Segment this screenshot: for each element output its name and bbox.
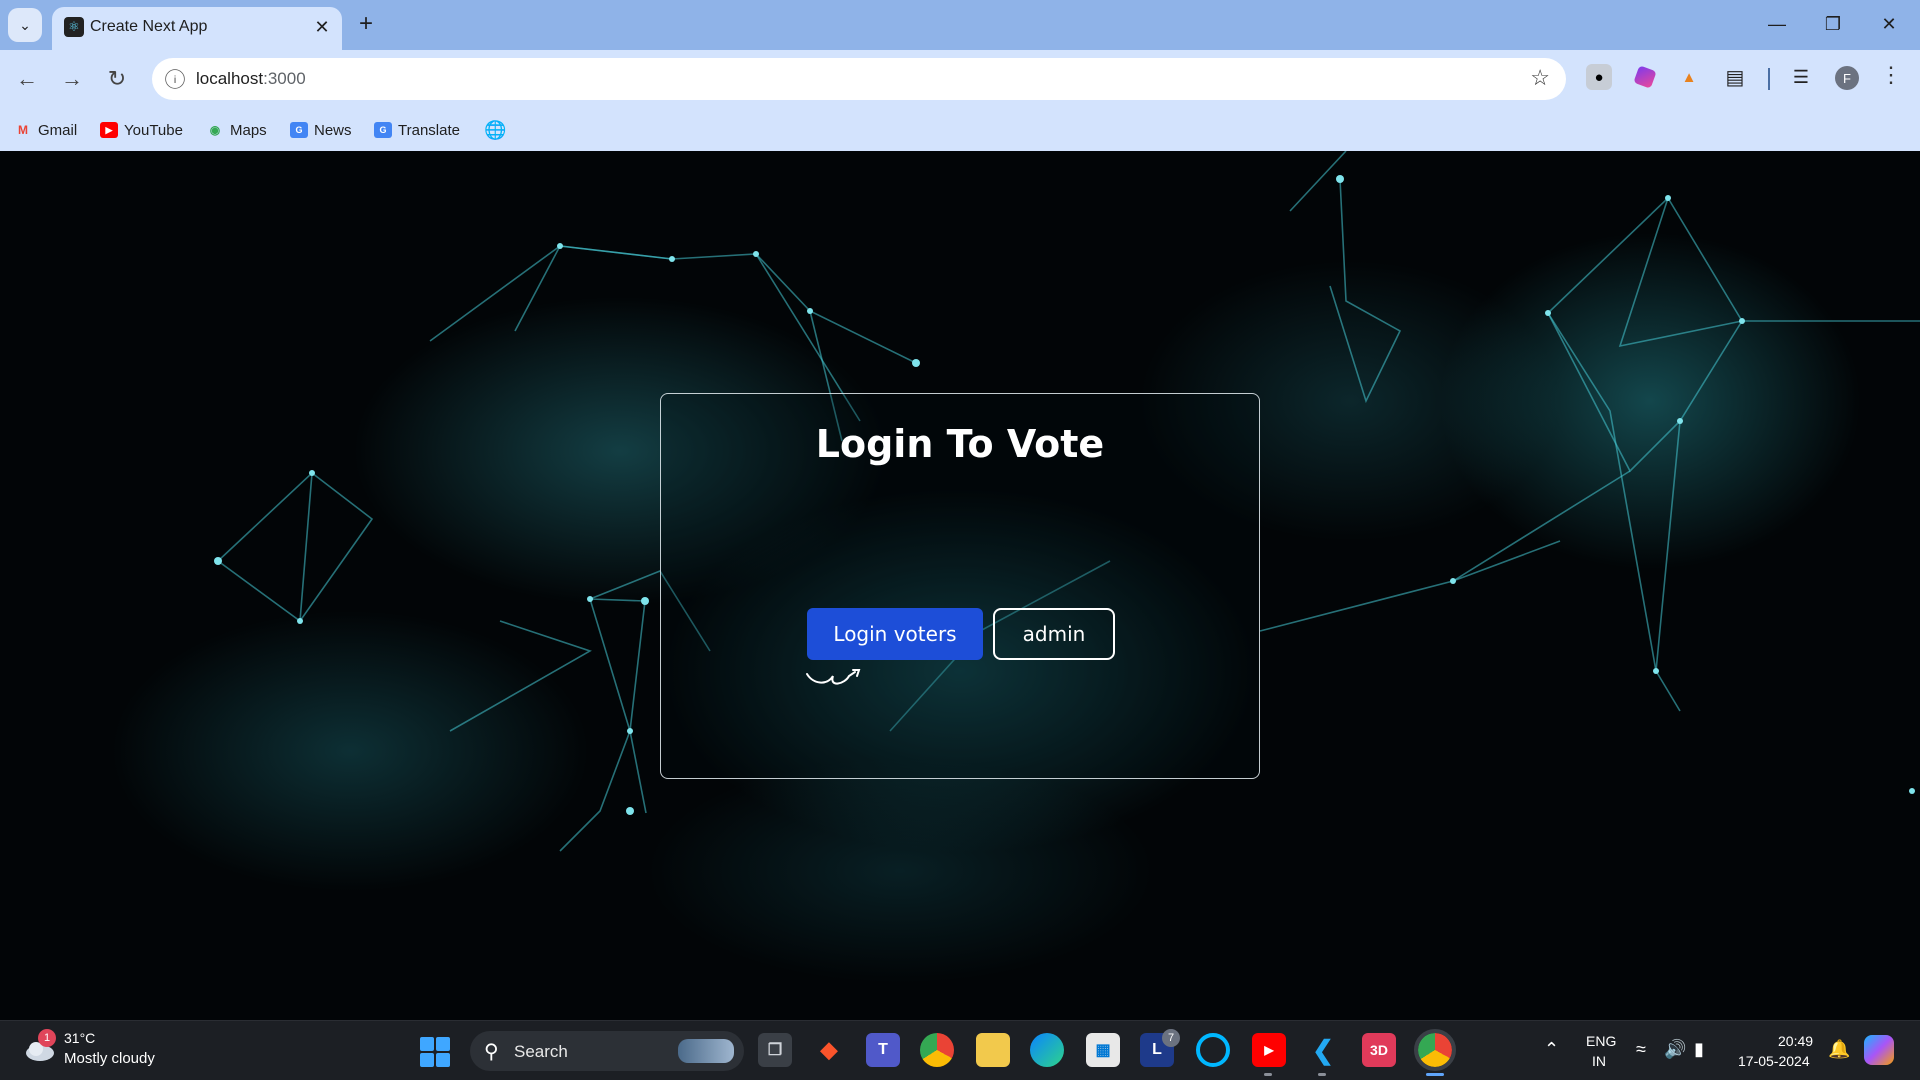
weather-badge: 1	[38, 1029, 56, 1047]
taskbar-search-label: Search	[514, 1042, 568, 1061]
clock-time[interactable]: 20:49	[1778, 1033, 1813, 1049]
bookmark-maps[interactable]: ◉ Maps	[206, 118, 267, 142]
info-icon[interactable]: i	[165, 69, 185, 89]
chevron-down-icon: ⌄	[19, 16, 31, 33]
wifi-icon[interactable]: ≈	[1636, 1039, 1646, 1060]
weather-condition[interactable]: Mostly cloudy	[64, 1050, 155, 1067]
task-view-icon[interactable]: ❐	[758, 1033, 792, 1067]
app-badge: 7	[1162, 1029, 1180, 1047]
taskbar: 1 31°C Mostly cloudy ⚲ Search ❐ ◆ T ▦ L …	[0, 1020, 1920, 1080]
bookmark-gmail[interactable]: M Gmail	[14, 118, 77, 142]
bookmark-globe[interactable]: 🌐	[484, 118, 506, 142]
news-icon: G	[290, 122, 308, 138]
extension-avatar-icon[interactable]: ●	[1586, 64, 1612, 90]
bell-icon[interactable]: 🔔	[1828, 1039, 1850, 1060]
url-host: localhost	[196, 69, 264, 88]
window-close-button[interactable]: ✕	[1866, 6, 1912, 42]
metamask-icon[interactable]: ▲	[1676, 64, 1702, 90]
bookmark-youtube[interactable]: ▶ YouTube	[100, 118, 183, 142]
url-text[interactable]: localhost:3000	[196, 69, 306, 89]
login-voters-button[interactable]: Login voters	[807, 608, 983, 660]
search-highlight-image	[678, 1039, 734, 1063]
tab-search-button[interactable]: ⌄	[8, 8, 42, 42]
teams-icon[interactable]: T	[866, 1033, 900, 1067]
bookmark-star-icon[interactable]: ☆	[1530, 65, 1550, 91]
volume-icon[interactable]: 🔊	[1664, 1039, 1686, 1060]
file-explorer-icon[interactable]	[976, 1033, 1010, 1067]
alexa-icon[interactable]	[1196, 1033, 1230, 1067]
active-indicator	[1426, 1073, 1444, 1076]
search-icon: ⚲	[484, 1041, 499, 1063]
language-code[interactable]: ENG	[1586, 1033, 1616, 1049]
close-icon[interactable]: ✕	[310, 15, 334, 39]
media-control-icon[interactable]: ☰	[1788, 64, 1814, 90]
youtube-app-icon[interactable]: ▶	[1252, 1033, 1286, 1067]
minimize-button[interactable]: —	[1754, 6, 1800, 42]
profile-avatar[interactable]: F	[1835, 66, 1859, 90]
back-button[interactable]: ←	[10, 62, 44, 96]
login-card: Login To Vote Login voters admin	[660, 393, 1260, 779]
page-title: Login To Vote	[815, 422, 1105, 466]
copilot-icon[interactable]	[1864, 1035, 1894, 1065]
page-viewport: Login To Vote Login voters admin	[0, 151, 1920, 1020]
3d-viewer-icon[interactable]: 3D	[1362, 1033, 1396, 1067]
bookmark-label: Maps	[230, 121, 267, 139]
running-indicator	[1264, 1073, 1272, 1076]
bookmark-label: Gmail	[38, 121, 78, 139]
youtube-icon: ▶	[100, 122, 118, 138]
gmail-icon: M	[18, 123, 28, 137]
vscode-icon[interactable]: ❮	[1306, 1033, 1340, 1067]
forward-button[interactable]: →	[55, 62, 89, 96]
url-port: :3000	[263, 69, 306, 88]
bookmark-translate[interactable]: G Translate	[374, 118, 460, 142]
toolbar-divider	[1768, 68, 1770, 90]
edge-icon[interactable]	[1030, 1033, 1064, 1067]
brave-icon[interactable]: ◆	[812, 1033, 846, 1067]
bookmarks-bar: M Gmail ▶ YouTube ◉ Maps G News G Transl…	[0, 108, 1920, 151]
active-tab[interactable]: ⚛ Create Next App ✕	[52, 7, 342, 50]
weather-temp[interactable]: 31°C	[64, 1030, 95, 1046]
clock-date[interactable]: 17-05-2024	[1738, 1053, 1810, 1069]
store-icon[interactable]: ▦	[1086, 1033, 1120, 1067]
new-tab-button[interactable]: +	[352, 10, 380, 38]
browser-toolbar: ← → ↻ i localhost:3000 ☆ ● ▲ ▤ ☰ F ⋮	[0, 50, 1920, 108]
extensions-puzzle-icon[interactable]: ▤	[1722, 64, 1748, 90]
bookmark-label: News	[314, 121, 352, 139]
running-indicator	[1318, 1073, 1326, 1076]
bookmark-label: Translate	[398, 121, 460, 139]
react-icon: ⚛	[64, 17, 84, 37]
tab-strip: ⌄ ⚛ Create Next App ✕ + — ❐ ✕	[0, 0, 1920, 50]
extension-gem-icon[interactable]	[1633, 65, 1657, 89]
address-bar[interactable]: i localhost:3000 ☆	[152, 58, 1566, 100]
maps-icon: ◉	[209, 123, 221, 137]
globe-icon: 🌐	[484, 119, 507, 140]
taskbar-search[interactable]: ⚲ Search	[470, 1031, 744, 1071]
reload-button[interactable]: ↻	[100, 62, 134, 96]
tab-title: Create Next App	[90, 18, 208, 35]
translate-icon: G	[374, 122, 392, 138]
bookmark-news[interactable]: G News	[290, 118, 352, 142]
battery-icon[interactable]: ▮	[1694, 1039, 1704, 1060]
language-region[interactable]: IN	[1592, 1053, 1606, 1069]
chrome-active-icon[interactable]	[1414, 1029, 1456, 1071]
kebab-menu-icon[interactable]: ⋮	[1880, 62, 1902, 88]
bookmark-label: YouTube	[124, 121, 183, 139]
admin-button[interactable]: admin	[993, 608, 1115, 660]
chevron-up-icon[interactable]: ⌃	[1544, 1039, 1559, 1060]
chrome-icon[interactable]	[920, 1033, 954, 1067]
squiggle-decoration	[806, 669, 861, 685]
restore-button[interactable]: ❐	[1810, 6, 1856, 42]
windows-start-icon[interactable]	[420, 1037, 450, 1067]
